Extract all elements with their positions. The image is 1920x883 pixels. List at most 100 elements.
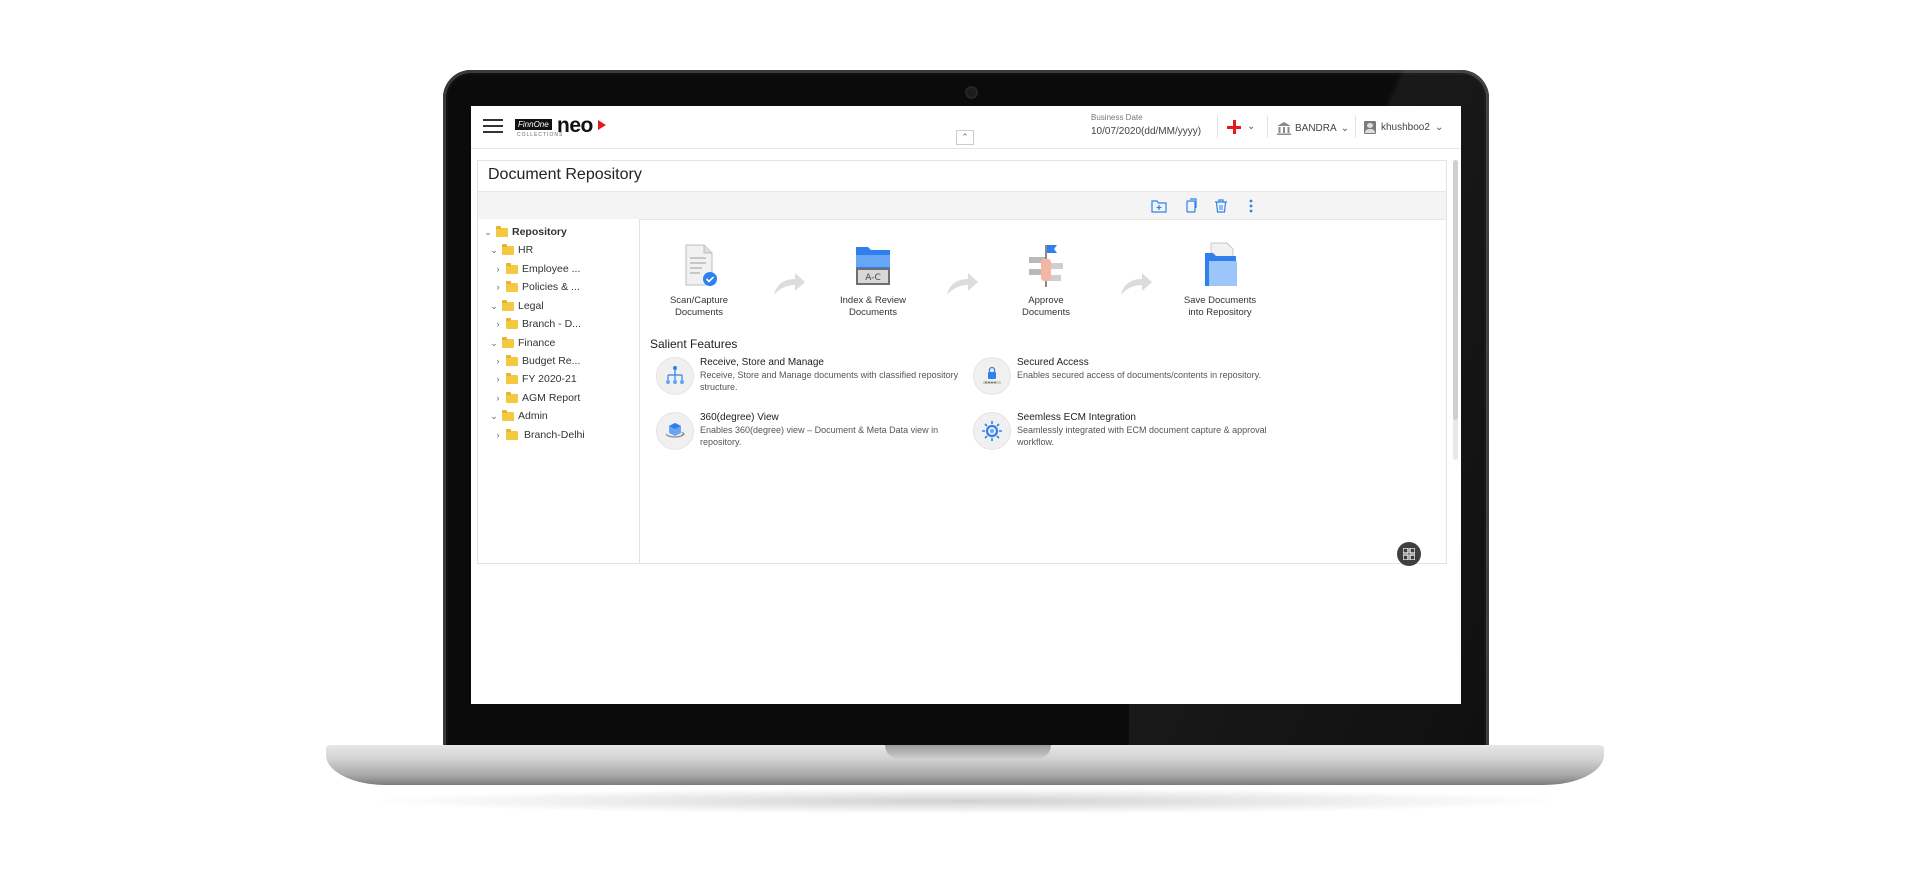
step-label-line2: into Repository [1188, 307, 1252, 318]
step-label-line1: Scan/Capture [669, 295, 729, 306]
step-label-line2: Documents [674, 307, 724, 318]
webcam [967, 88, 976, 97]
grid-icon [1403, 548, 1415, 560]
tree-item-label: Legal [518, 300, 544, 312]
chevron-down-icon: ⌄ [490, 244, 498, 255]
folder-icon [502, 337, 514, 348]
folder-icon [506, 281, 518, 292]
tree-item[interactable]: › Budget Re... [494, 353, 580, 369]
feature-description: Enables secured access of documents/cont… [1017, 370, 1261, 380]
tree-item[interactable]: › Branch-Delhi [494, 427, 585, 443]
new-folder-icon[interactable] [1151, 198, 1167, 214]
feature-ecm-integration: Seemless ECM Integration Seamlessly inte… [973, 412, 1283, 454]
folder-icon [506, 392, 518, 403]
logo-sub: COLLECTIONS [517, 132, 564, 138]
folder-icon [506, 355, 518, 366]
gear-icon [973, 412, 1011, 450]
tree-item-label: Employee ... [522, 263, 581, 275]
feature-title: 360(degree) View [700, 412, 779, 423]
folder-icon [502, 410, 514, 421]
tree-item-label: AGM Report [522, 392, 581, 404]
folder-icon [502, 300, 514, 311]
chevron-right-icon: › [496, 319, 500, 329]
chevron-down-icon: ⌄ [490, 337, 498, 348]
document-repository-panel: Document Repository ⌄ Repository ⌄ HR › … [477, 160, 1447, 566]
business-date-label: Business Date [1091, 113, 1143, 122]
step-label-line1: Save Documents [1183, 295, 1257, 306]
folder-tree: ⌄ Repository ⌄ HR › Employee ... › Polic… [478, 219, 640, 563]
step-label-line1: Approve [1028, 295, 1064, 306]
tree-item-label: Repository [512, 226, 567, 238]
scrollbar-thumb[interactable] [1453, 160, 1458, 420]
divider [1267, 116, 1268, 138]
collapse-header-button[interactable]: ⌃ [956, 130, 974, 145]
feature-360-view: 360(degree) View Enables 360(degree) vie… [656, 412, 966, 454]
tree-item-label: Policies & ... [522, 281, 580, 293]
tree-item-label: Branch - D... [522, 318, 581, 330]
app-logo: FinnOne neo COLLECTIONS [515, 114, 625, 138]
tree-item[interactable]: › Policies & ... [494, 279, 580, 295]
menu-icon[interactable] [483, 119, 503, 135]
step-label-line2: Documents [848, 307, 898, 318]
feature-description: Receive, Store and Manage documents with… [700, 370, 959, 392]
bank-icon [1277, 121, 1291, 135]
toolbar [478, 191, 1446, 220]
flag-icon[interactable] [1227, 120, 1241, 134]
chevron-right-icon: › [496, 374, 500, 384]
branch-name: BANDRA [1295, 122, 1337, 134]
app-screen: FinnOne neo COLLECTIONS ⌃ Business Date … [471, 106, 1461, 704]
save-documents-icon [1197, 241, 1243, 291]
user-menu[interactable]: khushboo2 ⌄ [1364, 119, 1443, 135]
folder-icon [506, 373, 518, 384]
folder-icon [506, 263, 518, 274]
tree-item[interactable]: › AGM Report [494, 390, 580, 406]
feature-title: Seemless ECM Integration [1017, 412, 1136, 423]
feature-title: Secured Access [1017, 357, 1089, 368]
user-name: khushboo2 [1381, 121, 1430, 133]
copy-icon[interactable] [1183, 198, 1199, 214]
page-scrollbar[interactable] [1453, 160, 1458, 460]
tree-item-repository[interactable]: ⌄ Repository [484, 224, 567, 240]
chevron-right-icon: › [496, 282, 500, 292]
tree-item-label: Admin [518, 410, 548, 422]
step-scan-capture: Scan/Capture Documents [644, 241, 754, 319]
avatar [1364, 120, 1376, 134]
tree-item[interactable]: ⌄ Admin [490, 408, 548, 424]
tree-item-label: FY 2020-21 [522, 373, 577, 385]
divider [1355, 116, 1356, 138]
page-title: Document Repository [488, 166, 642, 183]
scan-document-icon [676, 241, 722, 291]
tree-item[interactable]: ⌄ Legal [490, 298, 544, 314]
trash-icon[interactable] [1213, 198, 1229, 214]
step-index-review: A-C Index & Review Documents [818, 241, 928, 319]
tree-item[interactable]: ⌄ Finance [490, 335, 555, 351]
step-approve: Approve Documents [991, 241, 1101, 319]
feature-receive-store: Receive, Store and Manage Receive, Store… [656, 357, 966, 399]
grid-view-button[interactable] [1397, 542, 1421, 566]
salient-features-heading: Salient Features [650, 337, 738, 351]
chevron-down-icon: ⌄ [1434, 121, 1444, 133]
tree-item[interactable]: › Employee ... [494, 261, 580, 277]
chevron-down-icon: ⌄ [490, 300, 498, 311]
tree-item[interactable]: › Branch - D... [494, 316, 581, 332]
hierarchy-icon [656, 357, 694, 395]
tree-item[interactable]: ⌄ HR [490, 242, 533, 258]
business-date: Business Date 10/07/2020(dd/MM/yyyy) [1091, 113, 1201, 137]
laptop-shadow [360, 788, 1570, 814]
tree-item-label: Branch-Delhi [524, 429, 585, 441]
chevron-down-icon[interactable]: ⌄ [1247, 121, 1255, 132]
folder-icon [502, 244, 514, 255]
top-bar: FinnOne neo COLLECTIONS ⌃ Business Date … [471, 106, 1461, 149]
tree-item-label: HR [518, 244, 534, 256]
laptop-notch [885, 745, 1051, 759]
step-label-line1: Index & Review [839, 295, 906, 306]
feature-description: Seamlessly integrated with ECM document … [1017, 425, 1267, 447]
branch-selector[interactable]: BANDRA ⌄ [1277, 120, 1349, 136]
more-vertical-icon[interactable] [1243, 198, 1259, 214]
tree-item-label: Finance [518, 337, 556, 349]
feature-title: Receive, Store and Manage [700, 357, 824, 368]
folder-icon [506, 318, 518, 329]
logo-brand: FinnOne [515, 119, 552, 130]
main-content: Scan/Capture Documents A-C Index & Review… [640, 219, 1446, 566]
tree-item[interactable]: › FY 2020-21 [494, 371, 577, 387]
